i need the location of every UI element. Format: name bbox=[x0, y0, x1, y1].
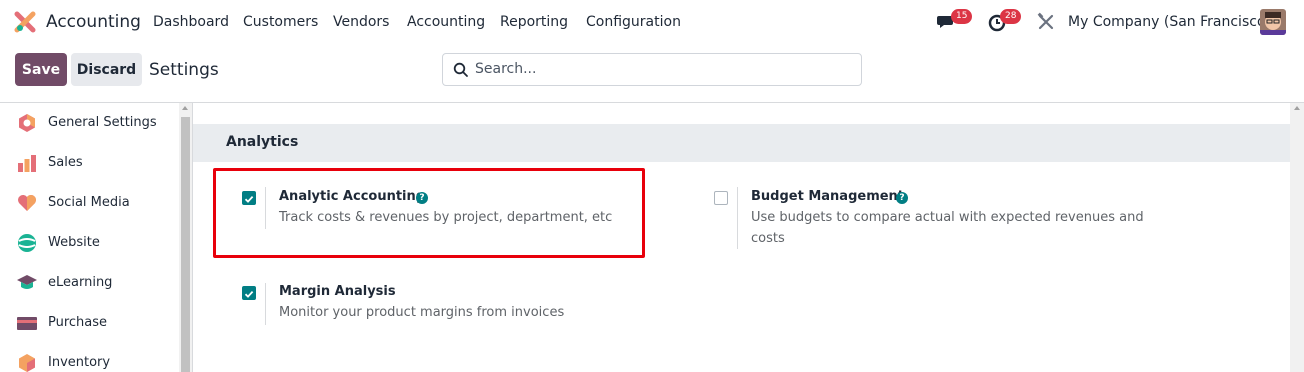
budget-management-title: Budget Management bbox=[751, 189, 905, 204]
sidebar-scrollbar[interactable] bbox=[179, 103, 192, 372]
sidebar-item-website[interactable]: Website bbox=[0, 223, 179, 263]
sidebar-item-elearning[interactable]: eLearning bbox=[0, 263, 179, 303]
margin-analysis-title: Margin Analysis bbox=[279, 284, 396, 299]
divider bbox=[0, 102, 1304, 103]
highlight-box bbox=[213, 168, 645, 258]
sidebar-item-label: Website bbox=[48, 235, 100, 250]
menu-reporting[interactable]: Reporting bbox=[500, 14, 568, 30]
check-icon bbox=[244, 290, 254, 298]
sidebar-item-inventory[interactable]: Inventory bbox=[0, 343, 179, 372]
sidebar-item-label: eLearning bbox=[48, 275, 113, 290]
app-name[interactable]: Accounting bbox=[46, 12, 141, 32]
company-switcher[interactable]: My Company (San Francisco) bbox=[1068, 14, 1271, 30]
website-icon bbox=[18, 234, 36, 252]
sidebar-item-purchase[interactable]: Purchase bbox=[0, 303, 179, 343]
margin-analysis-checkbox[interactable] bbox=[242, 286, 256, 300]
section-header: Analytics bbox=[193, 124, 1290, 162]
sidebar-item-label: Inventory bbox=[48, 355, 111, 370]
sidebar-item-label: Purchase bbox=[48, 315, 108, 330]
sidebar-item-label: Social Media bbox=[48, 195, 130, 210]
inventory-icon bbox=[19, 354, 35, 372]
sidebar-item-label: Sales bbox=[48, 155, 83, 170]
accounting-app-icon[interactable] bbox=[14, 11, 36, 33]
menu-dashboard[interactable]: Dashboard bbox=[153, 14, 229, 30]
setting-divider bbox=[265, 283, 266, 325]
menu-accounting[interactable]: Accounting bbox=[407, 14, 485, 30]
page-title: Settings bbox=[149, 60, 219, 80]
margin-analysis-desc: Monitor your product margins from invoic… bbox=[279, 305, 565, 320]
budget-management-desc-line1: Use budgets to compare actual with expec… bbox=[751, 210, 1144, 225]
scrollbar-thumb[interactable] bbox=[181, 117, 190, 372]
search-placeholder: Search... bbox=[475, 61, 537, 77]
menu-configuration[interactable]: Configuration bbox=[586, 14, 681, 30]
user-avatar[interactable] bbox=[1260, 9, 1286, 35]
budget-management-checkbox[interactable] bbox=[714, 191, 728, 205]
sidebar-item-label: General Settings bbox=[48, 115, 157, 130]
social-media-icon bbox=[18, 195, 36, 211]
messages-badge: 15 bbox=[951, 9, 973, 24]
settings-sidebar: General Settings Sales Social Media Webs… bbox=[0, 103, 179, 372]
content-scrollbar[interactable] bbox=[1290, 103, 1304, 372]
sidebar-item-social-media[interactable]: Social Media bbox=[0, 183, 179, 223]
general-settings-icon bbox=[19, 114, 35, 132]
menu-customers[interactable]: Customers bbox=[243, 14, 318, 30]
help-icon[interactable]: ? bbox=[896, 192, 908, 204]
top-navbar: Accounting Dashboard Customers Vendors A… bbox=[0, 0, 1304, 44]
section-title: Analytics bbox=[226, 134, 299, 150]
search-input[interactable]: Search... bbox=[442, 53, 862, 86]
setting-divider bbox=[737, 187, 738, 249]
discard-button[interactable]: Discard bbox=[71, 53, 142, 86]
scroll-up-arrow-icon[interactable] bbox=[182, 106, 188, 110]
search-icon bbox=[453, 62, 468, 77]
save-button[interactable]: Save bbox=[15, 53, 67, 86]
elearning-icon bbox=[17, 275, 37, 289]
sidebar-item-sales[interactable]: Sales bbox=[0, 143, 179, 183]
budget-management-desc-line2: costs bbox=[751, 231, 785, 246]
purchase-icon bbox=[17, 317, 37, 330]
activities-badge: 28 bbox=[1000, 9, 1022, 24]
sidebar-item-general-settings[interactable]: General Settings bbox=[0, 103, 179, 143]
scroll-up-arrow-icon[interactable] bbox=[1294, 106, 1300, 110]
tools-icon[interactable] bbox=[1036, 12, 1056, 32]
menu-vendors[interactable]: Vendors bbox=[333, 14, 389, 30]
sales-icon bbox=[18, 155, 36, 172]
